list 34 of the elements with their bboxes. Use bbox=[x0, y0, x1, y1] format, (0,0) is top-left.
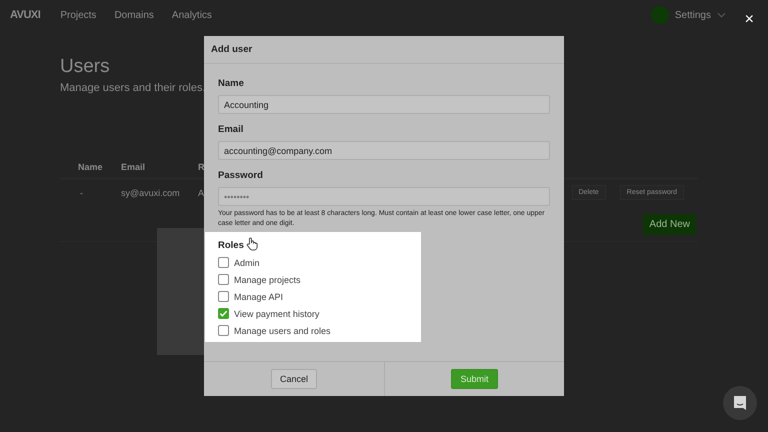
settings-menu[interactable]: Settings bbox=[674, 10, 711, 20]
chevron-icon[interactable] bbox=[717, 12, 726, 18]
avatar-icon[interactable] bbox=[650, 6, 669, 24]
logo: AVUXI bbox=[10, 9, 40, 21]
page-title: Users bbox=[60, 56, 111, 78]
column-header: Email bbox=[121, 162, 146, 172]
role-checkbox[interactable]: Manage users and roles bbox=[218, 325, 421, 336]
column-header: Name bbox=[78, 162, 104, 172]
role-checkbox[interactable]: View payment history bbox=[218, 308, 421, 319]
role-checkbox[interactable]: Manage API bbox=[218, 291, 421, 302]
nav-link[interactable]: Analytics bbox=[172, 10, 212, 20]
role-checkbox[interactable]: Admin bbox=[218, 257, 421, 268]
role-checkbox[interactable]: Manage projects bbox=[218, 274, 421, 285]
add-new-button[interactable]: Add New bbox=[643, 214, 696, 235]
table-cell-text: - bbox=[80, 188, 84, 198]
field-label: Name bbox=[218, 78, 245, 89]
cancel-button[interactable]: Cancel bbox=[270, 369, 317, 389]
pointer-hand-icon bbox=[246, 237, 258, 251]
nav-link[interactable]: Projects bbox=[60, 10, 96, 20]
column-header: R bbox=[198, 162, 204, 172]
table-cell: A bbox=[198, 188, 204, 198]
input-field[interactable]: accounting@company.com bbox=[218, 141, 550, 160]
field-label: Email bbox=[218, 124, 244, 135]
dialog-title: Add user bbox=[204, 36, 564, 64]
chat-button[interactable] bbox=[723, 386, 757, 420]
nav-link[interactable]: Domains bbox=[114, 10, 154, 20]
page-subtitle: Manage users and their roles. bbox=[60, 82, 206, 94]
input-field[interactable]: •••••••• bbox=[218, 187, 550, 206]
table-cell-text: sy@avuxi.com bbox=[121, 188, 181, 198]
input-field[interactable]: Accounting bbox=[218, 95, 550, 114]
field-label: Password bbox=[218, 170, 264, 181]
checkmark-icon bbox=[219, 309, 228, 318]
chat-icon bbox=[732, 395, 748, 411]
roles-label: Roles bbox=[218, 240, 244, 251]
